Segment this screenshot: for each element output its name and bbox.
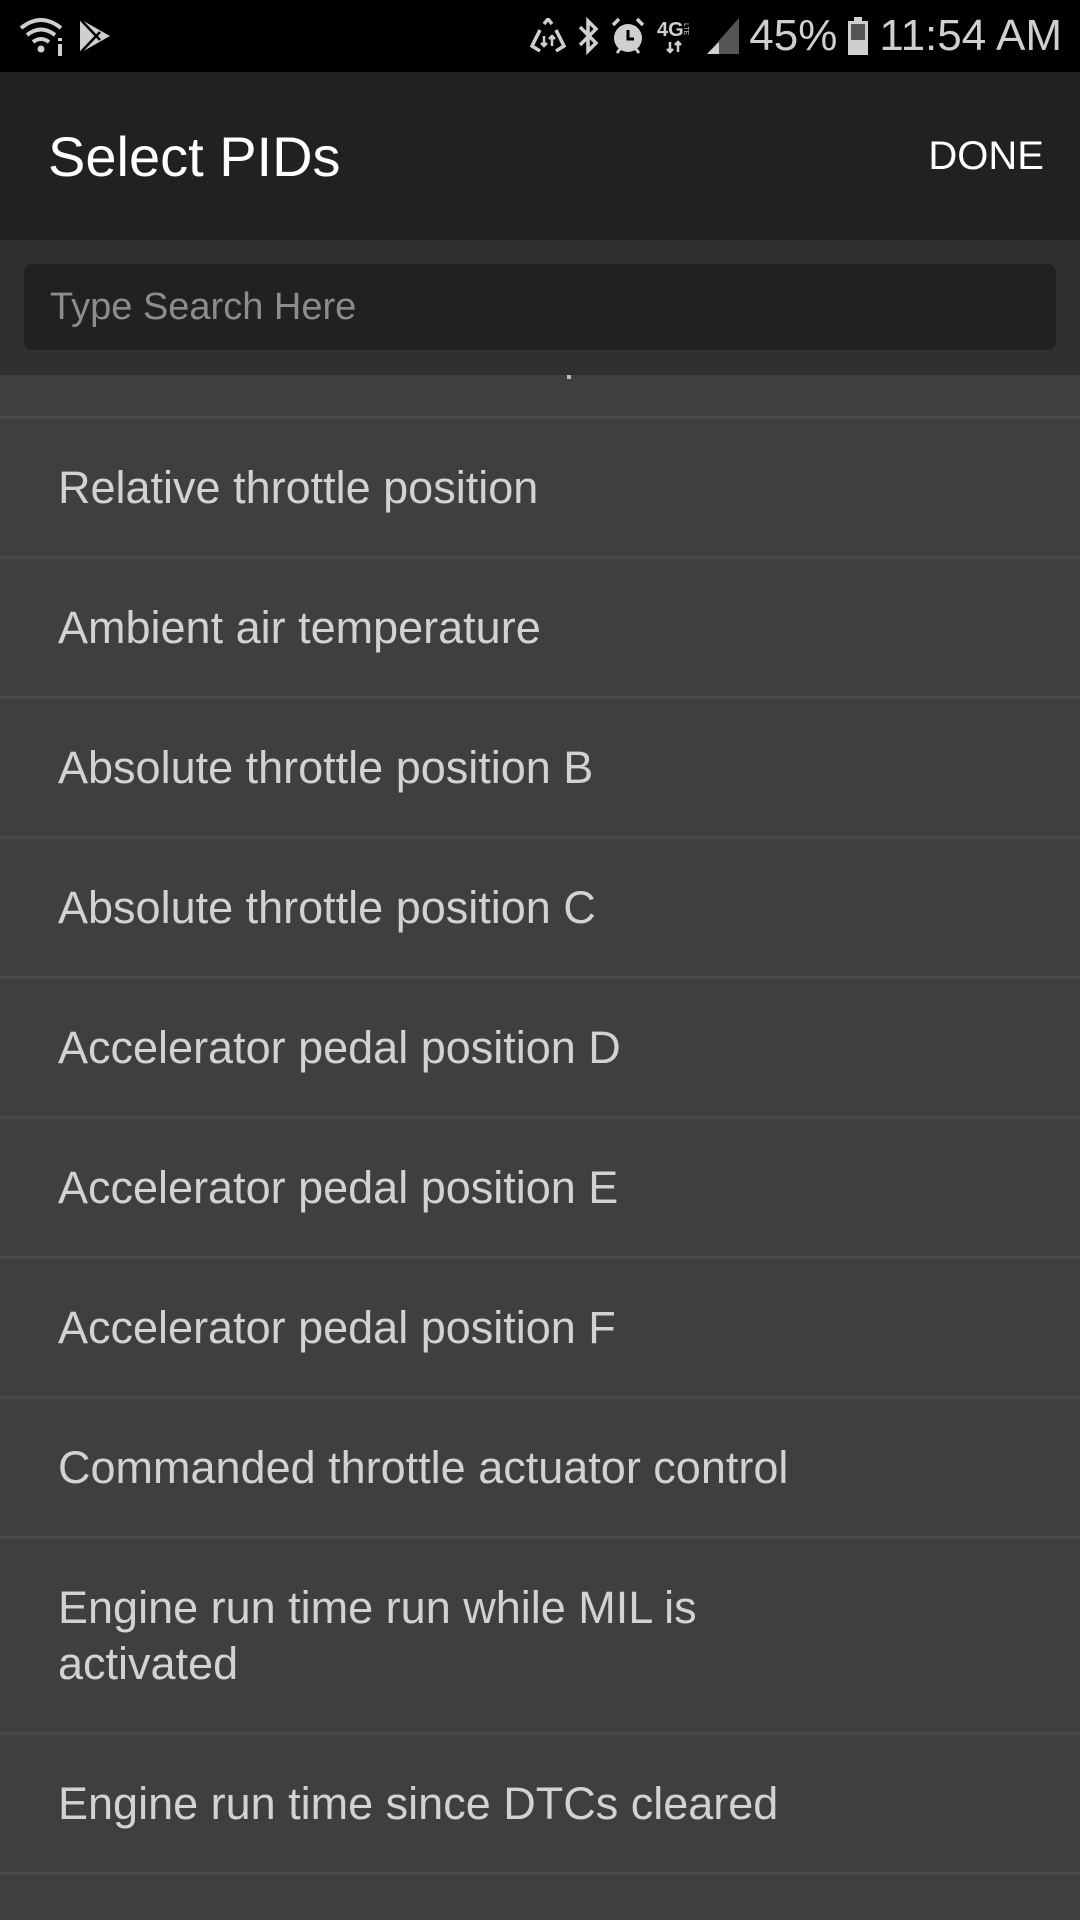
- list-item-label: Absolute throttle position B: [58, 741, 594, 793]
- 4g-lte-icon: 4G LTE: [657, 16, 697, 56]
- list-item[interactable]: Commanded throttle actuator control: [0, 1399, 1080, 1539]
- alarm-icon: [609, 17, 647, 55]
- list-item[interactable]: Absolute throttle position C: [0, 839, 1080, 979]
- battery-percent: 45%: [749, 11, 838, 60]
- list-item-label: Absolute throttle position C: [58, 881, 596, 933]
- list-item-label: Accelerator pedal position E: [58, 1161, 619, 1213]
- svg-text:4G: 4G: [657, 19, 684, 41]
- list-item[interactable]: Relative throttle position: [0, 419, 1080, 559]
- list-item[interactable]: Engine run time since DTCs cleared: [0, 1735, 1080, 1875]
- signal-icon: [707, 18, 740, 54]
- search-input[interactable]: [48, 284, 1032, 330]
- list-item[interactable]: Absolute throttle position B: [0, 699, 1080, 839]
- data-saver-icon: [529, 18, 567, 54]
- list-item[interactable]: Accelerator pedal position F: [0, 1259, 1080, 1399]
- page-title: Select PIDs: [48, 124, 341, 188]
- clock: 11:54 AM: [879, 11, 1062, 60]
- bluetooth-icon: [577, 17, 599, 55]
- pid-list[interactable]: Relative throttle position Ambient air t…: [0, 375, 1080, 1875]
- list-item-partial[interactable]: [0, 375, 1080, 419]
- partial-text-fragment: [567, 375, 571, 379]
- list-item[interactable]: Engine run time run while MIL is activat…: [0, 1539, 1080, 1735]
- list-item[interactable]: Accelerator pedal position D: [0, 979, 1080, 1119]
- wifi-icon: [18, 16, 64, 56]
- search-area: [0, 240, 1080, 375]
- list-item-label: Commanded throttle actuator control: [58, 1441, 789, 1493]
- list-item-label: Ambient air temperature: [58, 601, 541, 653]
- svg-text:LTE: LTE: [682, 23, 689, 36]
- list-item-label: Accelerator pedal position D: [58, 1021, 621, 1073]
- list-item-label: Relative throttle position: [58, 461, 539, 513]
- list-item-label: Engine run time since DTCs cleared: [58, 1777, 779, 1829]
- list-item-label: Engine run time run while MIL is activat…: [58, 1581, 697, 1689]
- status-bar: 4G LTE 45% 11:54 AM: [0, 0, 1080, 72]
- toolbar: Select PIDs DONE: [0, 72, 1080, 240]
- list-item-label: Accelerator pedal position F: [58, 1301, 616, 1353]
- list-item[interactable]: Ambient air temperature: [0, 559, 1080, 699]
- list-item[interactable]: Accelerator pedal position E: [0, 1119, 1080, 1259]
- play-store-icon: [78, 18, 112, 54]
- done-button[interactable]: DONE: [928, 134, 1044, 179]
- battery-icon: [847, 17, 869, 55]
- search-box: [24, 264, 1056, 350]
